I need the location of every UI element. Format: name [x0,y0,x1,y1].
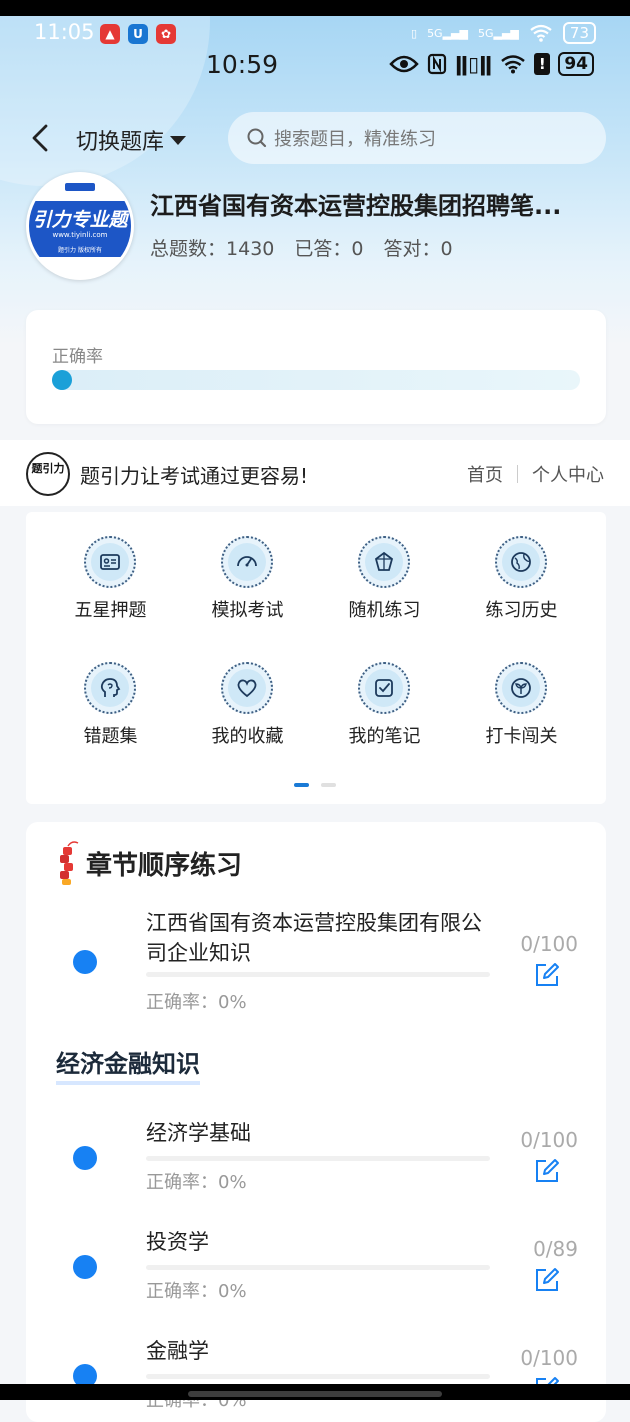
app-notification-icon: ✿ [156,24,176,44]
inner-indicators: ǁ▯ǁ ! 94 [389,52,594,76]
switch-question-bank-button[interactable]: 切换题库 [76,124,187,156]
stat-correct: 答对：0 [383,238,453,260]
bank-title: 江西省国有资本运营控股集团招聘笔... [150,192,562,220]
heart-icon [237,679,257,698]
promo-slogan: 题引力让考试通过更容易! [80,464,309,488]
function-grid: 五星押题 模拟考试 随机练习 练习历史 错题集 我的收藏 我的笔记 打卡闯关 [26,512,606,804]
head-icon [100,678,121,697]
chapter-header: 章节顺序练习 [54,840,242,886]
func-check-in-challenge[interactable]: 打卡闯关 [453,638,590,748]
promo-banner: 题引力 题引力让考试通过更容易! 首页 个人中心 [0,440,630,506]
pager-dot[interactable] [294,783,309,787]
chapter-count: 0/100 [520,1346,578,1370]
edit-icon[interactable] [534,962,560,988]
accuracy-progress-bar [52,370,580,390]
chapter-item[interactable]: 金融学 正确率：0% 0/100 [26,1336,606,1416]
chapter-item[interactable]: 投资学 正确率：0% 0/89 [26,1227,606,1307]
inner-time: 10:59 [206,50,279,79]
edit-icon[interactable] [534,1158,560,1184]
promo-logo: 题引力 [26,452,70,496]
accuracy-card: 正确率 [26,310,606,424]
app-notification-icon: ▲ [100,24,120,44]
vibrate-icon: ǁ▯ǁ [454,52,493,76]
search-input[interactable]: 搜索题目，精准练习 [228,112,606,164]
stat-total: 总题数：1430 [150,238,275,260]
id-card-icon [100,554,120,570]
chapter-progress-bar [146,1156,490,1161]
chapter-item[interactable]: 江西省国有资本运营控股集团有限公司企业知识 正确率：0% 0/100 [26,908,606,1018]
signal-icon: 5G▂▄▆ [477,26,519,40]
eye-icon [389,55,419,73]
inner-battery-indicator: 94 [558,52,594,76]
chapter-practice-card: 章节顺序练习 江西省国有资本运营控股集团有限公司企业知识 正确率：0% 0/10… [26,822,606,1422]
stat-answered: 已答：0 [294,238,364,260]
func-practice-history[interactable]: 练习历史 [453,512,590,622]
accuracy-progress-fill [52,370,72,390]
alert-icon: ! [534,53,551,75]
bank-logo: 引力专业题 www.tiyinli.com 题引力 版权所有 [26,172,134,280]
func-mock-exam[interactable]: 模拟考试 [179,512,316,622]
system-indicators: ▯ 5G▂▄▆ 5G▂▄▆ 73 [411,22,596,44]
chapter-count: 0/100 [520,932,578,956]
back-button[interactable] [26,122,56,154]
func-wrong-questions[interactable]: 错题集 [42,638,179,748]
promo-links: 首页 个人中心 [467,461,604,487]
system-time: 11:05 [34,20,95,44]
chapter-title: 章节顺序练习 [86,850,243,881]
chapter-count: 0/100 [520,1128,578,1152]
chapter-name: 金融学 [146,1339,209,1363]
top-navbar: 切换题库 搜索题目，精准练习 [0,110,630,166]
search-placeholder: 搜索题目，精准练习 [274,129,436,150]
nfc-icon [427,53,447,75]
accuracy-label: 正确率 [52,347,103,367]
signal-icon: 5G▂▄▆ [427,26,468,40]
chapter-accuracy: 正确率：0% [146,992,247,1013]
user-center-link[interactable]: 个人中心 [532,461,604,487]
status-dot [73,1255,97,1279]
search-icon [247,128,267,148]
top-black-bar [0,0,630,16]
leaf-icon [511,678,531,698]
chapter-name: 经济学基础 [146,1121,251,1145]
chapter-progress-bar [146,972,490,977]
chapter-count: 0/89 [533,1237,578,1261]
chapter-accuracy: 正确率：0% [146,1172,247,1193]
note-check-icon [375,679,393,697]
edit-icon[interactable] [534,1267,560,1293]
chapter-progress-bar [146,1374,490,1379]
wifi-icon [501,55,526,74]
chapter-name: 投资学 [146,1230,209,1254]
status-dot [73,950,97,974]
status-dot [73,1146,97,1170]
category-title: 经济金融知识 [56,1044,200,1085]
bank-stats: 总题数：1430 已答：0 答对：0 [150,234,453,261]
chapter-name: 江西省国有资本运营控股集团有限公司企业知识 [146,911,482,965]
shuffle-icon [374,551,394,571]
app-notification-icon: U [128,24,148,44]
chapter-item[interactable]: 经济学基础 正确率：0% 0/100 [26,1118,606,1198]
pager-dots [294,783,336,787]
home-link[interactable]: 首页 [467,461,503,487]
func-my-favorites[interactable]: 我的收藏 [179,638,316,748]
func-random-practice[interactable]: 随机练习 [316,512,453,622]
chapter-progress-bar [146,1265,490,1270]
question-bank-info: 引力专业题 www.tiyinli.com 题引力 版权所有 江西省国有资本运营… [0,170,630,280]
battery-indicator: 73 [562,22,596,44]
firecracker-icon [60,841,79,885]
switch-label: 切换题库 [76,130,165,155]
gauge-icon [237,556,257,567]
divider [517,465,518,483]
chapter-accuracy: 正确率：0% [146,1281,247,1302]
pager-dot[interactable] [321,783,336,787]
gesture-bar[interactable] [188,1391,442,1397]
inner-status-bar: 10:59 ǁ▯ǁ ! 94 [0,46,630,82]
wifi-icon [530,24,552,42]
vibrate-icon: ▯ [411,26,418,40]
caret-down-icon [170,135,187,145]
func-five-star-questions[interactable]: 五星押题 [42,512,179,622]
func-my-notes[interactable]: 我的笔记 [316,638,453,748]
globe-icon [511,552,531,572]
